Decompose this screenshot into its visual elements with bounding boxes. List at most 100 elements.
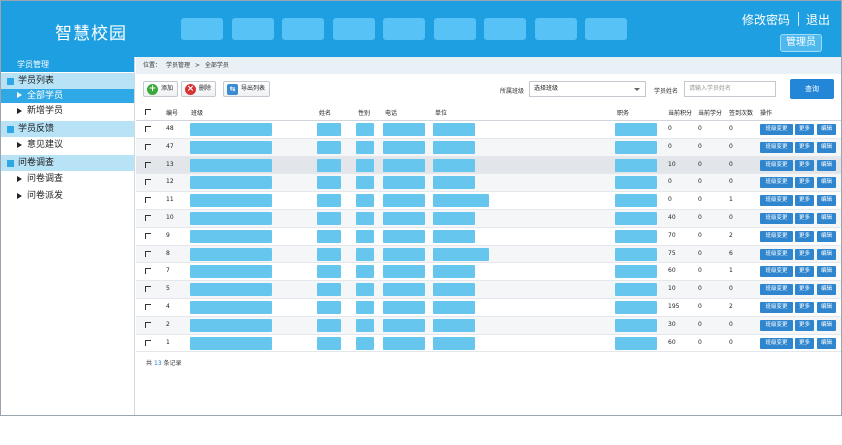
edit-button[interactable]: 编辑 xyxy=(817,124,836,135)
table-row[interactable]: 2 30 0 0 班级变更 更多 编辑 xyxy=(136,316,841,335)
more-button[interactable]: 更多 xyxy=(795,141,814,153)
table-row[interactable]: 13 10 0 0 班级变更 更多 编辑 xyxy=(136,156,841,175)
edit-button[interactable]: 编辑 xyxy=(817,141,836,153)
table-row[interactable]: 9 70 0 2 班级变更 更多 编辑 xyxy=(136,228,841,246)
change-class-button[interactable]: 班级变更 xyxy=(760,212,793,224)
table-row[interactable]: 1 60 0 0 班级变更 更多 编辑 xyxy=(136,335,841,353)
table-row[interactable]: 7 60 0 1 班级变更 更多 编辑 xyxy=(136,263,841,282)
change-class-button[interactable]: 班级变更 xyxy=(760,195,793,207)
edit-button[interactable]: 编辑 xyxy=(817,301,836,313)
more-button[interactable]: 更多 xyxy=(795,266,814,278)
change-class-button[interactable]: 班级变更 xyxy=(760,124,793,135)
breadcrumb-prefix: 位置： xyxy=(143,62,162,69)
nav-item-8[interactable] xyxy=(535,18,577,40)
change-class-button[interactable]: 班级变更 xyxy=(760,159,793,171)
row-checkbox[interactable] xyxy=(145,214,151,221)
table-row[interactable]: 48 0 0 0 班级变更 更多 编辑 xyxy=(136,121,841,139)
edit-button[interactable]: 编辑 xyxy=(817,337,836,349)
edit-button[interactable]: 编辑 xyxy=(817,159,836,171)
sidebar-section-survey[interactable]: 问卷调查 xyxy=(1,154,134,171)
cell-credit: 0 xyxy=(698,178,702,186)
nav-item-9[interactable] xyxy=(585,18,627,40)
more-button[interactable]: 更多 xyxy=(795,195,814,207)
edit-button[interactable]: 编辑 xyxy=(817,319,836,331)
table-row[interactable]: 47 0 0 0 班级变更 更多 编辑 xyxy=(136,138,841,157)
more-button[interactable]: 更多 xyxy=(795,301,814,313)
redacted-gender-cell xyxy=(356,283,374,297)
table-row[interactable]: 11 0 0 1 班级变更 更多 编辑 xyxy=(136,192,841,210)
nav-item-2[interactable] xyxy=(232,18,274,40)
more-button[interactable]: 更多 xyxy=(795,284,814,296)
sidebar-item-survey-dispatch[interactable]: 问卷派发 xyxy=(1,188,134,205)
change-class-button[interactable]: 班级变更 xyxy=(760,248,793,260)
more-button[interactable]: 更多 xyxy=(795,337,814,349)
select-all-checkbox[interactable] xyxy=(145,109,151,115)
export-list-button[interactable]: ⇆ 导出列表 xyxy=(223,81,271,97)
row-checkbox[interactable] xyxy=(145,321,151,328)
logout-link[interactable]: 退出 xyxy=(806,11,830,28)
row-checkbox[interactable] xyxy=(145,339,151,346)
edit-button[interactable]: 编辑 xyxy=(817,195,836,207)
change-class-button[interactable]: 班级变更 xyxy=(760,141,793,153)
row-checkbox[interactable] xyxy=(145,179,151,186)
more-button[interactable]: 更多 xyxy=(795,124,814,135)
table-row[interactable]: 10 40 0 0 班级变更 更多 编辑 xyxy=(136,209,841,228)
table-row[interactable]: 12 0 0 0 班级变更 更多 编辑 xyxy=(136,174,841,193)
table-row[interactable]: 8 75 0 6 班级变更 更多 编辑 xyxy=(136,245,841,264)
row-checkbox[interactable] xyxy=(145,126,151,132)
nav-item-4[interactable] xyxy=(333,18,375,40)
sidebar-item-all-students[interactable]: 全部学员 xyxy=(1,89,134,103)
nav-item-6[interactable] xyxy=(434,18,476,40)
row-checkbox[interactable] xyxy=(145,268,151,275)
nav-item-1[interactable] xyxy=(181,18,223,40)
edit-button[interactable]: 编辑 xyxy=(817,212,836,224)
row-checkbox[interactable] xyxy=(145,232,151,239)
more-button[interactable]: 更多 xyxy=(795,177,814,189)
sidebar-item-add-student[interactable]: 新增学员 xyxy=(1,103,134,120)
change-class-button[interactable]: 班级变更 xyxy=(760,337,793,349)
role-badge[interactable]: 管理员 xyxy=(780,34,822,52)
student-name-input[interactable]: 请输入学员姓名 xyxy=(684,81,776,97)
edit-button[interactable]: 编辑 xyxy=(817,230,836,242)
more-button[interactable]: 更多 xyxy=(795,159,814,171)
query-button[interactable]: 查询 xyxy=(790,79,834,99)
nav-item-7[interactable] xyxy=(484,18,526,40)
edit-button[interactable]: 编辑 xyxy=(817,266,836,278)
more-button[interactable]: 更多 xyxy=(795,230,814,242)
row-checkbox[interactable] xyxy=(145,286,151,293)
redacted-gender-cell xyxy=(356,318,374,332)
sidebar-section-student-list[interactable]: 学员列表 xyxy=(1,72,134,89)
more-button[interactable]: 更多 xyxy=(795,212,814,224)
change-class-button[interactable]: 班级变更 xyxy=(760,177,793,189)
class-select[interactable]: 选择班级 xyxy=(529,81,646,97)
redacted-gender-cell xyxy=(356,247,374,261)
edit-button[interactable]: 编辑 xyxy=(817,248,836,260)
change-class-button[interactable]: 班级变更 xyxy=(760,230,793,242)
sidebar-item-survey[interactable]: 问卷调查 xyxy=(1,171,134,188)
more-button[interactable]: 更多 xyxy=(795,248,814,260)
edit-button[interactable]: 编辑 xyxy=(817,284,836,296)
table-row[interactable]: 5 10 0 0 班级变更 更多 编辑 xyxy=(136,281,841,299)
nav-item-5[interactable] xyxy=(383,18,425,40)
nav-item-3[interactable] xyxy=(282,18,324,40)
row-checkbox[interactable] xyxy=(145,250,151,257)
change-password-link[interactable]: 修改密码 xyxy=(742,11,790,28)
more-button[interactable]: 更多 xyxy=(795,319,814,331)
breadcrumb-parent[interactable]: 学员管理 xyxy=(166,62,190,69)
cell-id: 2 xyxy=(166,320,170,328)
row-checkbox[interactable] xyxy=(145,303,151,310)
change-class-button[interactable]: 班级变更 xyxy=(760,284,793,296)
delete-button[interactable]: × 删除 xyxy=(181,81,217,97)
change-class-button[interactable]: 班级变更 xyxy=(760,266,793,278)
row-checkbox[interactable] xyxy=(145,197,151,204)
sidebar-item-suggestions[interactable]: 意见建议 xyxy=(1,137,134,154)
row-checkbox[interactable] xyxy=(145,161,151,168)
sidebar-section-feedback[interactable]: 学员反馈 xyxy=(1,120,134,137)
change-class-button[interactable]: 班级变更 xyxy=(760,319,793,331)
change-class-button[interactable]: 班级变更 xyxy=(760,301,793,313)
row-checkbox[interactable] xyxy=(145,143,151,150)
edit-button[interactable]: 编辑 xyxy=(817,177,836,189)
table-row[interactable]: 4 195 0 2 班级变更 更多 编辑 xyxy=(136,299,841,317)
add-button[interactable]: + 添加 xyxy=(143,81,179,97)
redacted-class-cell xyxy=(190,336,272,350)
